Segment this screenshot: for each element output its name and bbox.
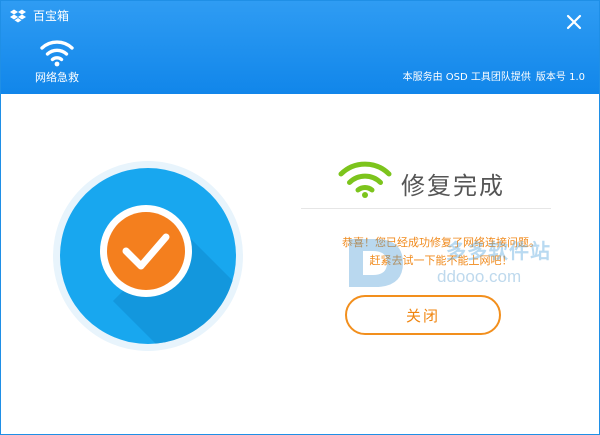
check-circle-icon [53, 161, 243, 351]
version-label: 版本号 1.0 [535, 72, 585, 83]
message-line-1: 恭喜！您已经成功修复了网络连接问题。 [342, 236, 540, 249]
result-title: 修复完成 [401, 172, 505, 200]
main-window: 百宝箱 网络急救 本服务由 OSD 工具团队提供 版本号 1.0 修复完成 恭喜… [0, 0, 600, 435]
watermark-url: ddooo.com [437, 267, 522, 286]
divider [301, 208, 551, 209]
message-line-2: 赶紧去试一下能不能上网吧！ [369, 254, 513, 267]
header-bar: 百宝箱 网络急救 本服务由 OSD 工具团队提供 版本号 1.0 [1, 1, 599, 94]
provider-text: 本服务由 OSD 工具团队提供 [402, 72, 531, 83]
result-message: 恭喜！您已经成功修复了网络连接问题。 赶紧去试一下能不能上网吧！ [301, 234, 581, 270]
close-icon[interactable] [564, 12, 584, 32]
dropbox-box-icon [10, 9, 26, 23]
provider-info: 本服务由 OSD 工具团队提供 版本号 1.0 [403, 72, 585, 84]
wifi-icon [338, 161, 392, 198]
close-button[interactable]: 关闭 [345, 295, 501, 335]
feature-label: 网络急救 [35, 71, 79, 84]
wifi-icon [40, 40, 74, 67]
window-title: 百宝箱 [33, 9, 70, 23]
